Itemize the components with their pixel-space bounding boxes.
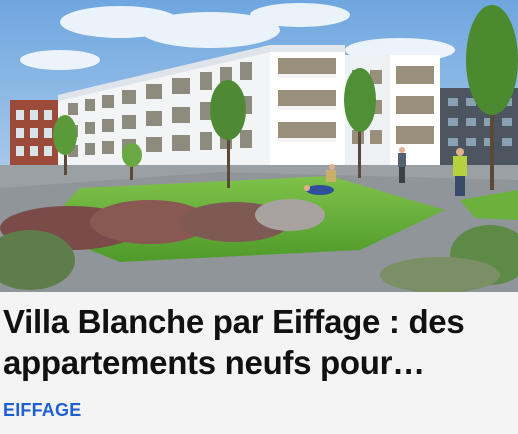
article-source-link[interactable]: EIFFAGE	[3, 400, 81, 421]
article-hero-image[interactable]	[0, 0, 518, 292]
article-card[interactable]: Villa Blanche par Eiffage : des appartem…	[0, 0, 518, 434]
article-title[interactable]: Villa Blanche par Eiffage : des appartem…	[3, 301, 515, 383]
